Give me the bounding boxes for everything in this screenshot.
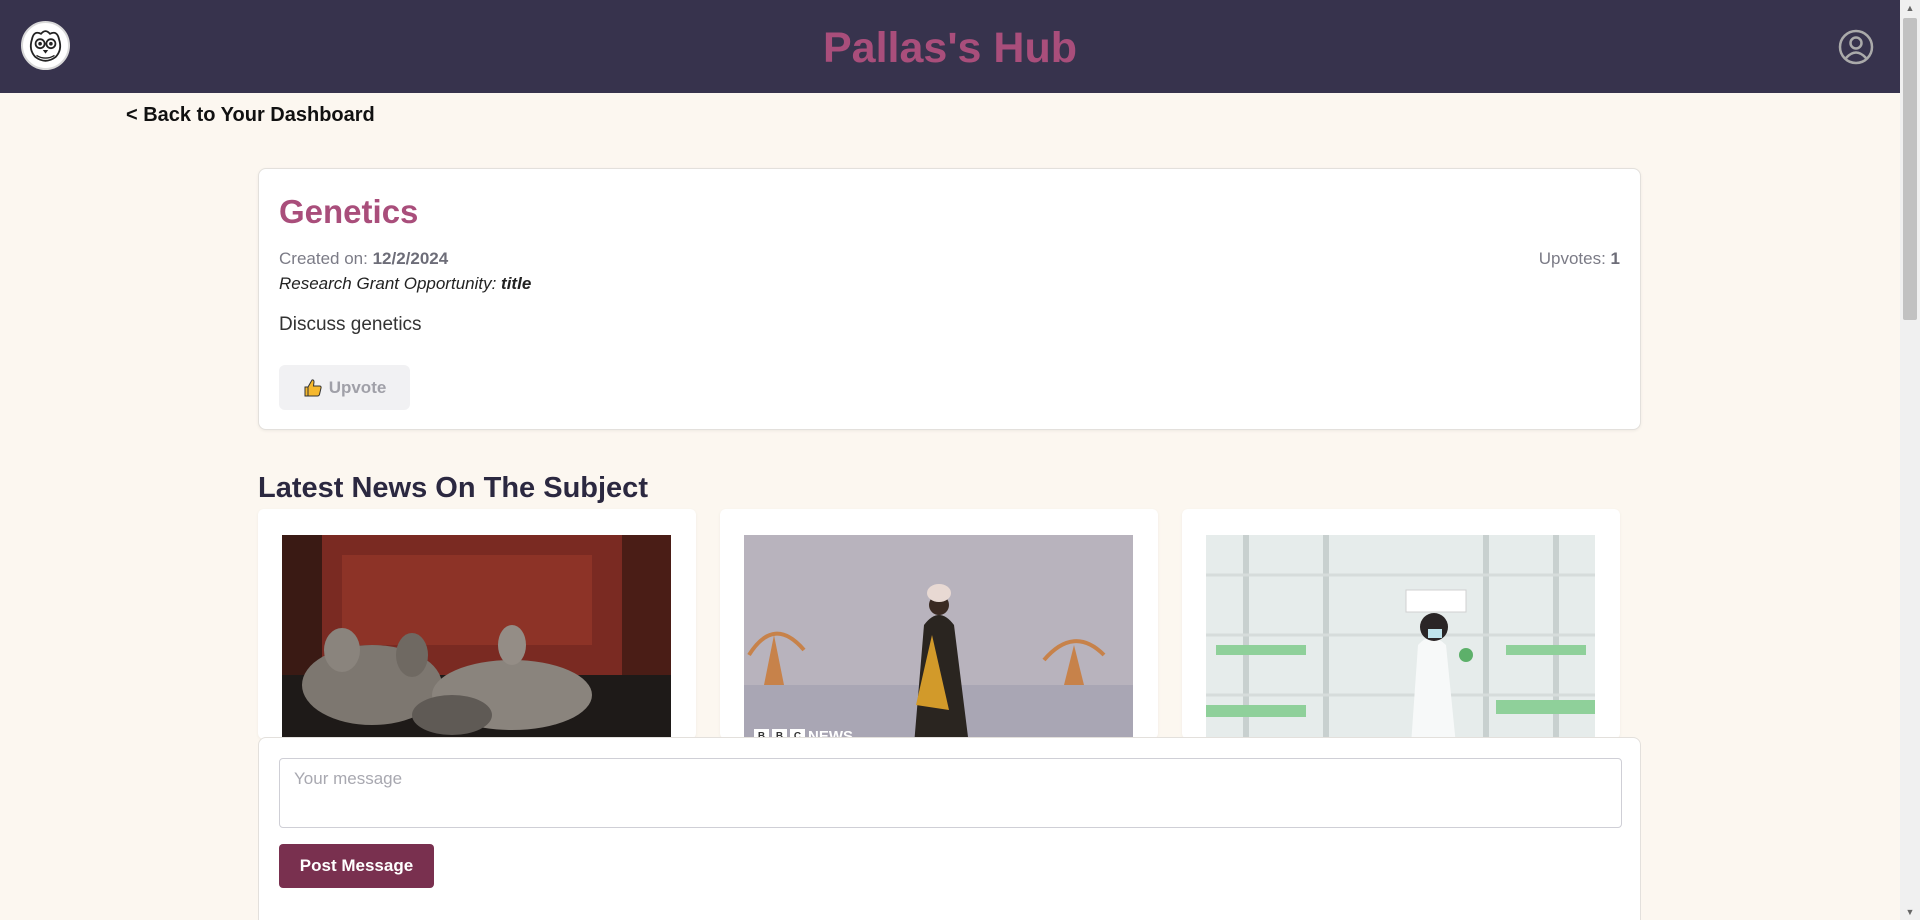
topic-description: Discuss genetics bbox=[279, 314, 422, 335]
news-heading: Latest News On The Subject bbox=[258, 472, 648, 504]
grant-title: title bbox=[501, 274, 532, 293]
upvotes-label: Upvotes: bbox=[1538, 249, 1611, 268]
upvotes-value: 1 bbox=[1610, 249, 1620, 268]
created-date-value: 12/2/2024 bbox=[372, 249, 449, 268]
research-grant: Research Grant Opportunity: title bbox=[279, 274, 531, 294]
message-input[interactable] bbox=[279, 758, 1622, 828]
scroll-up-icon[interactable]: ▲ bbox=[1900, 0, 1920, 16]
created-date: Created on: 12/2/2024 bbox=[279, 249, 448, 269]
woman-walking-flooded-landscape-photo: B B C NEWS bbox=[744, 535, 1133, 739]
back-to-dashboard-link[interactable]: < Back to Your Dashboard bbox=[126, 104, 375, 127]
topic-title: Genetics bbox=[279, 193, 419, 230]
upvotes-count: Upvotes: 1 bbox=[1539, 249, 1620, 269]
scrollbar-thumb[interactable] bbox=[1903, 18, 1917, 320]
upvote-label: Upvote bbox=[328, 377, 387, 397]
message-composer: Post Message bbox=[258, 737, 1641, 920]
created-label: Created on: bbox=[279, 249, 373, 268]
app-title: Pallas's Hub bbox=[823, 24, 1077, 72]
user-circle-icon[interactable] bbox=[1838, 29, 1874, 65]
scroll-down-icon[interactable]: ▼ bbox=[1900, 904, 1920, 920]
upvote-button[interactable]: Upvote bbox=[279, 365, 410, 410]
pompeii-casts-photo bbox=[282, 535, 671, 739]
post-message-button[interactable]: Post Message bbox=[279, 844, 434, 888]
thumbs-up-icon bbox=[304, 378, 322, 396]
scientist-in-vertical-farm-photo bbox=[1206, 535, 1595, 739]
grant-label: Research Grant Opportunity: bbox=[279, 274, 502, 293]
news-card[interactable]: B B C NEWS bbox=[720, 509, 1158, 739]
topic-card: Genetics Created on: 12/2/2024 Upvotes: … bbox=[258, 168, 1641, 430]
news-card[interactable] bbox=[258, 509, 696, 739]
news-card[interactable] bbox=[1182, 509, 1620, 739]
top-navigation-bar: Pallas's Hub bbox=[0, 0, 1900, 93]
